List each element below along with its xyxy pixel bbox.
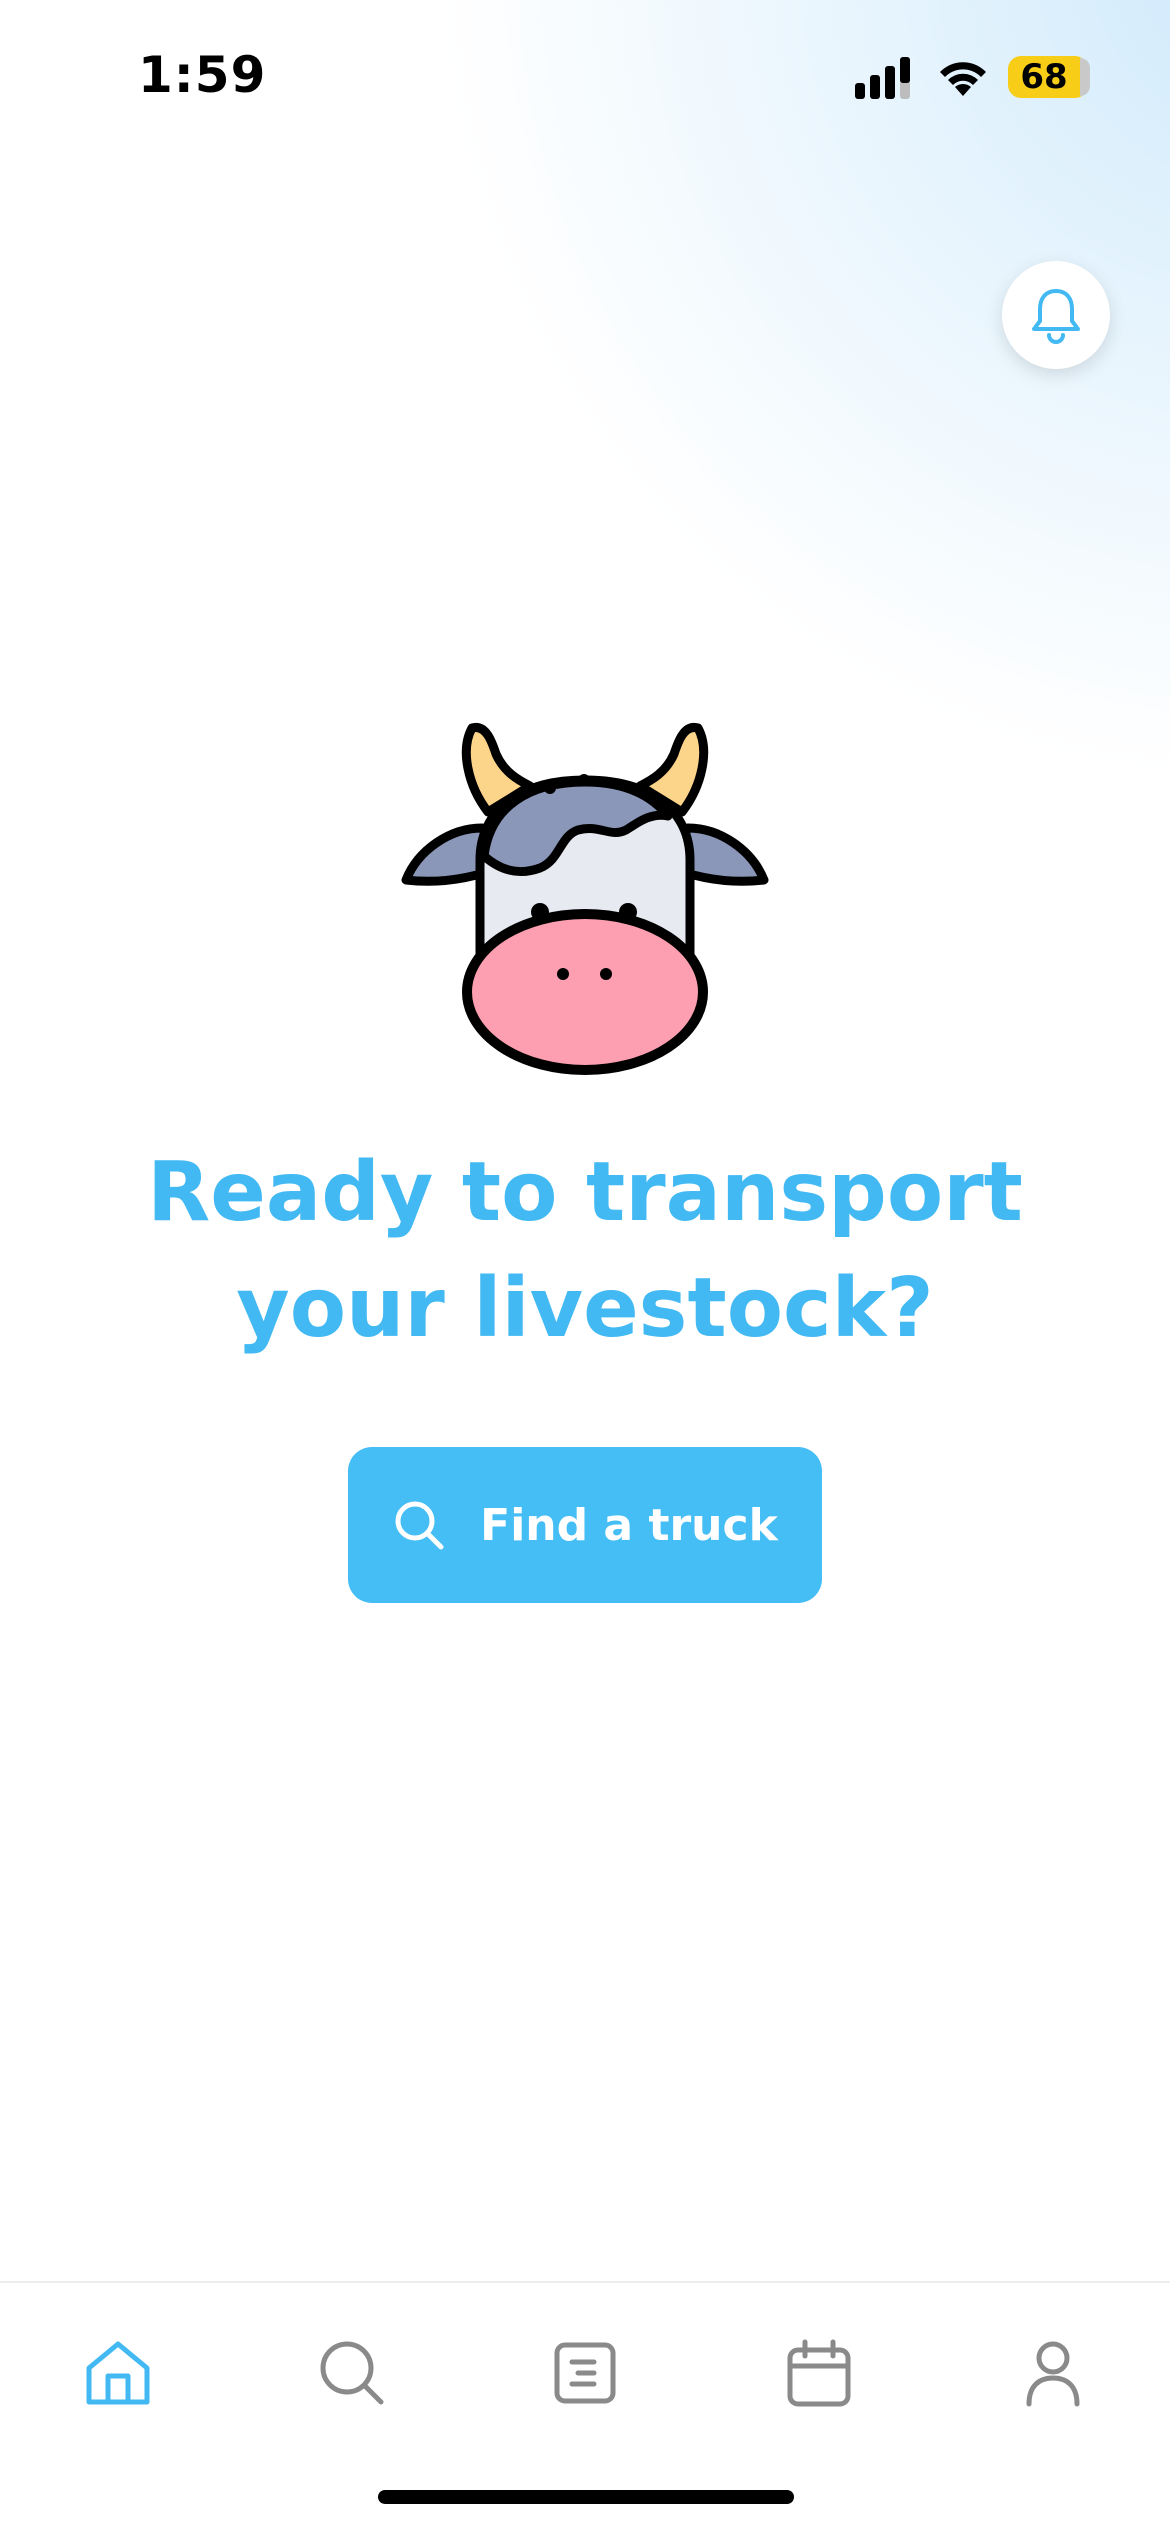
headline-line-2: your livestock? xyxy=(236,1261,934,1356)
hero-headline: Ready to transport your livestock? xyxy=(0,1135,1170,1367)
profile-icon xyxy=(1026,2341,1080,2407)
find-truck-button[interactable]: Find a truck xyxy=(348,1447,822,1603)
headline-line-1: Ready to transport xyxy=(147,1145,1023,1240)
tab-search[interactable] xyxy=(292,2313,412,2433)
home-icon xyxy=(86,2341,150,2405)
status-time: 1:59 xyxy=(138,46,267,104)
calendar-icon xyxy=(787,2339,851,2407)
search-icon xyxy=(320,2341,384,2405)
cow-face-illustration xyxy=(401,723,769,1075)
cellular-signal-icon xyxy=(855,57,910,99)
tab-home[interactable] xyxy=(58,2313,178,2433)
search-icon xyxy=(395,1501,444,1550)
notifications-button[interactable] xyxy=(1002,261,1110,369)
bell-icon xyxy=(1032,289,1080,344)
home-indicator xyxy=(378,2490,794,2504)
battery-percent: 68 xyxy=(1020,57,1068,97)
tab-bookings[interactable] xyxy=(525,2313,645,2433)
wifi-icon xyxy=(940,62,986,96)
tab-profile[interactable] xyxy=(993,2313,1113,2433)
find-truck-label: Find a truck xyxy=(480,1499,778,1551)
document-list-icon xyxy=(554,2342,616,2404)
tab-calendar[interactable] xyxy=(759,2313,879,2433)
battery-tail xyxy=(1080,58,1090,96)
status-bar: 1:59 68 xyxy=(0,0,1170,150)
